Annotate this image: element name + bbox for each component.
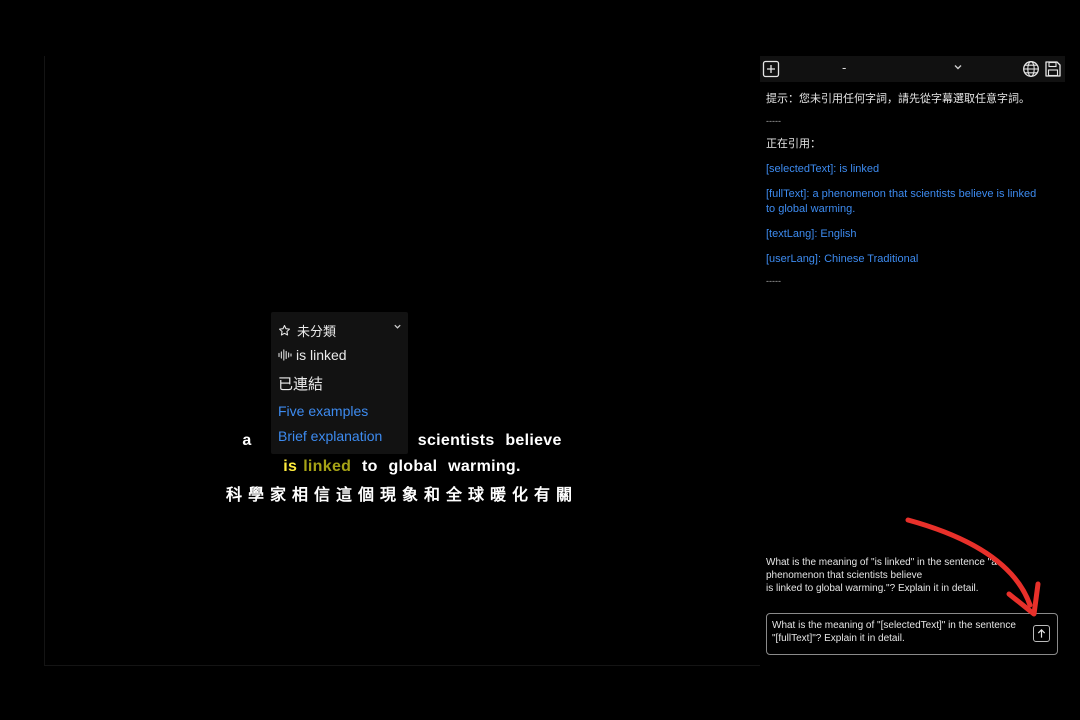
word-translation: 已連結 [278,376,324,393]
subtitle-word[interactable]: warming. [448,458,521,475]
pronounce-button[interactable]: is linked [278,347,347,363]
category-label: 未分類 [297,324,337,339]
ai-chat-panel: - 提示：您未引用任何字詞，請先從字幕選取任意字詞。 ----- 正在引用： [… [760,56,1065,666]
send-button[interactable] [1033,625,1050,642]
arrow-up-icon [1037,628,1046,638]
subtitle-word[interactable]: to [362,458,378,475]
subtitle-word[interactable]: scientists [418,432,495,449]
chevron-down-icon [394,324,401,329]
prompt-preview-line: is linked to global warming."? Explain i… [766,583,979,594]
prompt-input-text[interactable]: What is the meaning of "[selectedText]" … [772,619,1022,645]
selected-text-variable: [selectedText]: is linked [766,163,880,175]
subtitle-word[interactable]: global [388,458,437,475]
subtitle-word[interactable]: a [242,432,251,449]
five-examples-link[interactable]: Five examples [278,403,368,419]
selected-word: is linked [296,347,347,363]
text-lang-variable: [textLang]: English [766,228,857,240]
prompt-preview-line: What is the meaning of "is linked" in th… [766,557,997,568]
subtitle-word[interactable]: believe [505,432,561,449]
quoting-label: 正在引用： [766,138,821,150]
new-chat-icon[interactable] [762,60,780,78]
chevron-down-icon[interactable] [953,62,963,72]
brief-explanation-link[interactable]: Brief explanation [278,428,382,444]
subtitle-line-2: is linked to global warming. [44,454,760,480]
chat-messages: 提示：您未引用任何字詞，請先從字幕選取任意字詞。 ----- 正在引用： [se… [766,92,1058,289]
category-select[interactable]: 未分類 [278,321,402,340]
separator: ----- [766,276,781,286]
word-lookup-popup: 未分類 is linked 已連結 Five examples Brief ex… [271,312,408,454]
full-text-variable: [fullText]: a phenomenon that scientists… [766,188,1037,215]
subtitle-translation: 科學家相信這個現象和全球暖化有關 [225,487,578,504]
prompt-preview-line: phenomenon that scientists believe [766,570,923,581]
separator: ----- [766,116,781,126]
hint-text: 提示：您未引用任何字詞，請先從字幕選取任意字詞。 [766,93,1030,105]
prompt-select-value[interactable]: - [842,60,846,75]
star-icon[interactable] [278,324,291,337]
prompt-preview: What is the meaning of "is linked" in th… [766,556,1041,595]
user-lang-variable: [userLang]: Chinese Traditional [766,253,919,265]
audio-wave-icon [278,349,292,361]
subtitle-word-selected[interactable]: is [283,458,297,475]
subtitle-word-selected[interactable]: linked [303,458,351,475]
prompt-input[interactable]: What is the meaning of "[selectedText]" … [766,613,1058,655]
globe-icon[interactable] [1022,60,1040,78]
save-icon[interactable] [1044,60,1062,78]
panel-toolbar: - [760,56,1065,82]
